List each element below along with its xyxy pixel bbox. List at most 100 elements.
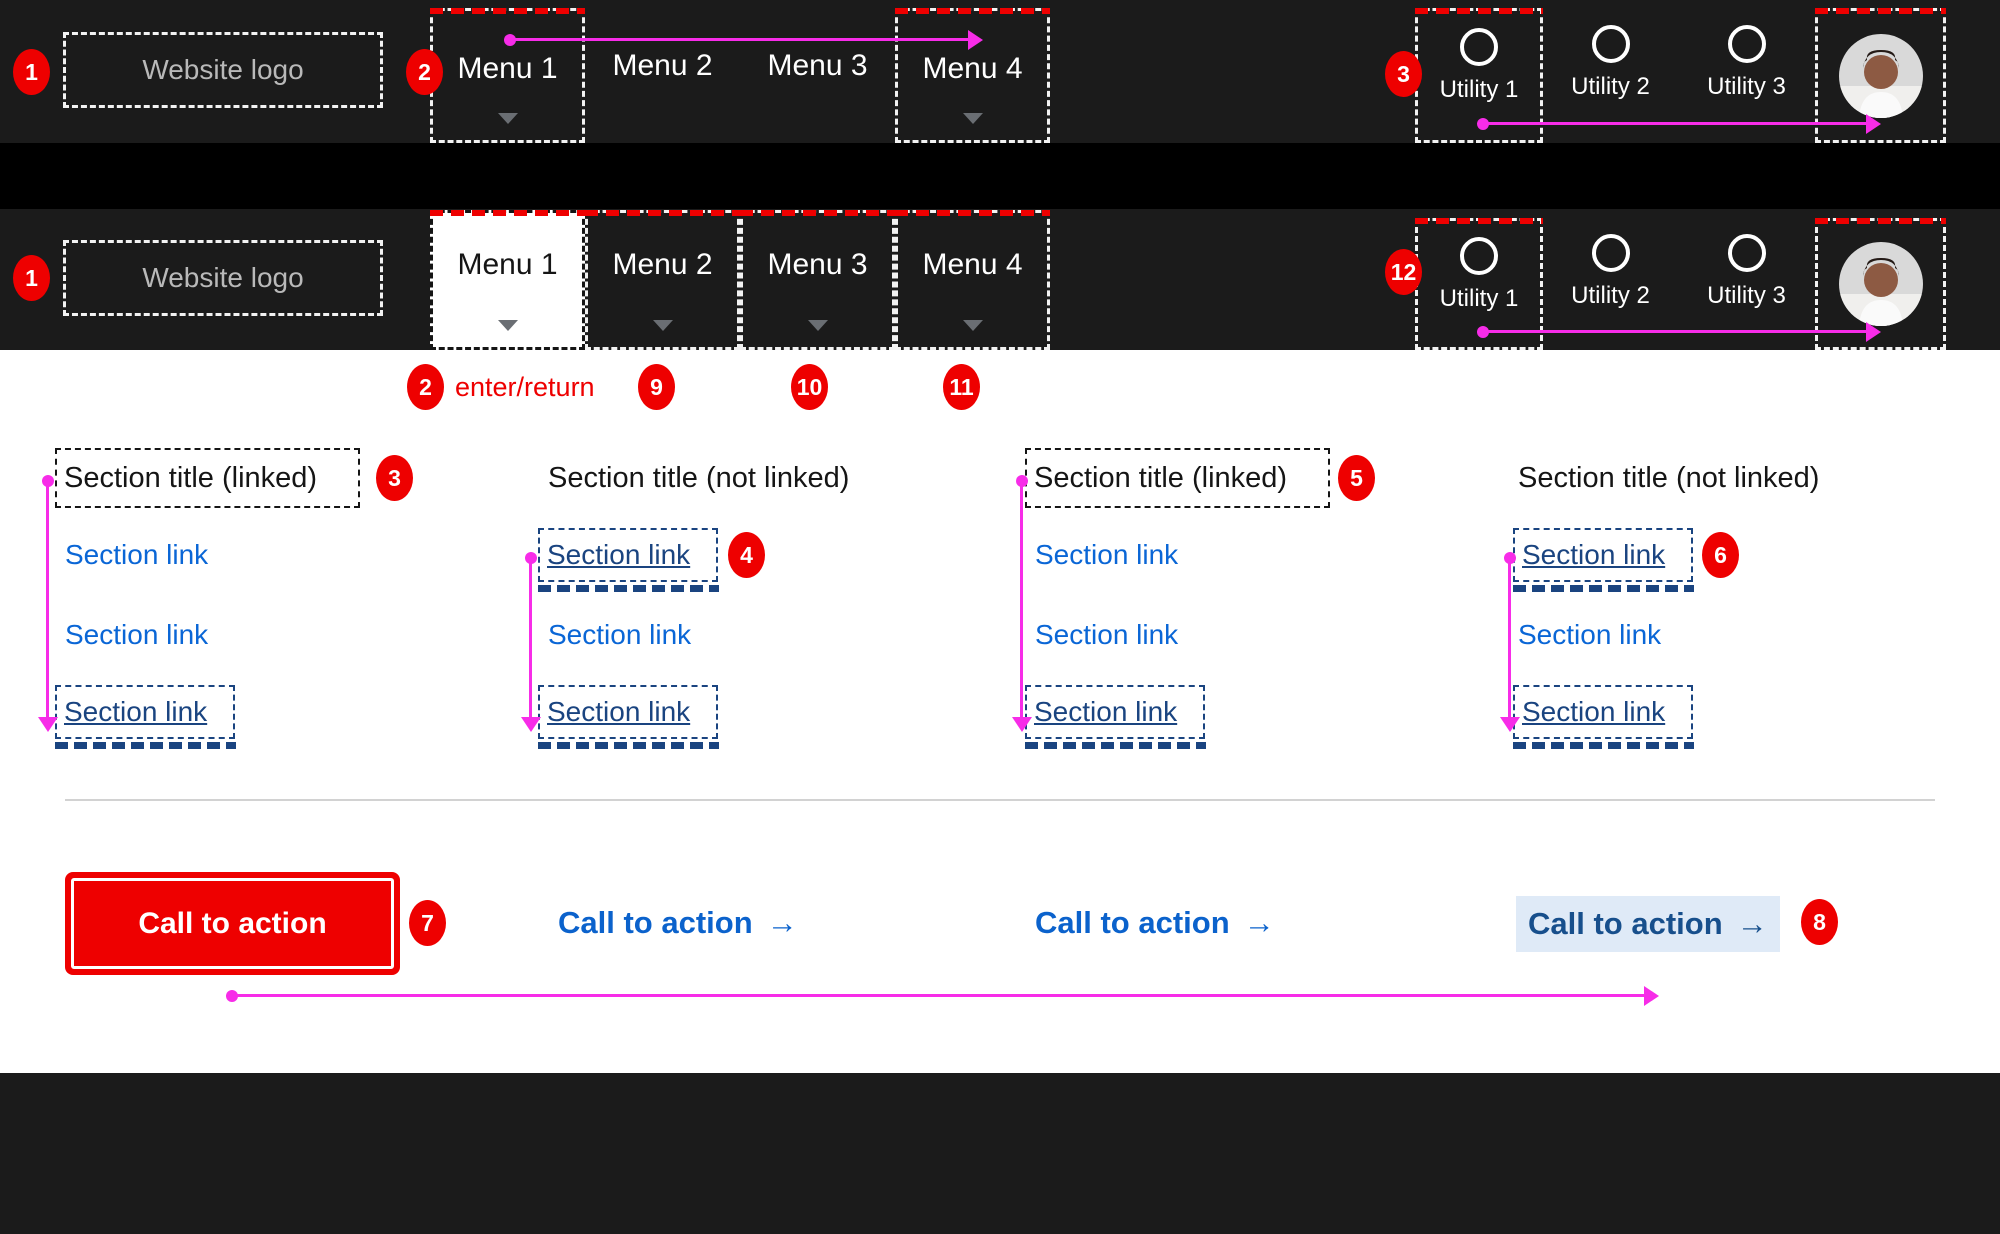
column-tab-arrow [520,552,541,732]
footer-bar [0,1073,2000,1234]
utility-circle-icon [1727,25,1766,63]
utility-2-label: Utility 2 [1571,73,1650,100]
spacer-gap [0,143,2000,209]
section-link-focused[interactable]: Section link [537,528,719,592]
annotation-badge-utility-expanded: 12 [1385,249,1422,295]
section-link[interactable]: Section link [548,607,691,663]
nav-menu-3-label: Menu 3 [767,248,868,281]
nav-menu-2-label: Menu 2 [612,248,713,281]
section-link-focused[interactable]: Section link [1512,685,1694,749]
enter-return-hint: enter/return [455,371,595,402]
section-title-not-linked-2: Section title (not linked) [548,461,850,494]
call-to-action-link-1[interactable]: Call to action → [558,895,798,951]
annotation-badge-logo-expanded: 1 [13,255,50,301]
nav-menu-1-label: Menu 1 [457,52,558,85]
annotation-badge-link4: 6 [1702,532,1739,578]
annotation-badge-menu2: 9 [638,364,675,410]
section-link[interactable]: Section link [1518,607,1661,663]
annotation-badge-menu: 2 [406,49,443,95]
chevron-down-icon [962,113,983,124]
section-link-focused[interactable]: Section link [1024,685,1206,749]
nav-menu-3[interactable]: Menu 3 [740,8,895,143]
call-to-action-link-label: Call to action [558,905,753,940]
nav-menu-4-label: Menu 4 [922,248,1023,281]
nav-menu-3-label: Menu 3 [767,49,868,82]
chevron-down-icon [807,320,828,331]
nav-menu-2-label: Menu 2 [612,49,713,82]
column-tab-arrow [1499,552,1520,732]
section-link-focused[interactable]: Section link [54,685,236,749]
section-link-label: Section link [1522,696,1666,727]
utility-circle-icon [1591,25,1630,63]
chevron-down-icon [962,320,983,331]
section-title-not-linked-4: Section title (not linked) [1518,461,1820,494]
section-link[interactable]: Section link [65,607,208,663]
arrow-right-icon: → [1243,905,1275,940]
section-link-label: Section link [547,696,691,727]
website-logo[interactable]: Website logo [63,32,383,108]
panel-divider [65,799,1935,801]
arrow-right-icon: → [1736,906,1768,941]
annotation-badge-menu4: 11 [943,364,980,410]
call-to-action-button[interactable]: Call to action [65,872,400,975]
nav-menu-2[interactable]: Menu 2 [585,8,740,143]
section-link-label: Section link [1034,696,1178,727]
nav-menu-1[interactable]: Menu 1 [430,8,585,143]
keyboard-navigation-spec: 1 Website logo Menu 1 Menu 2 Menu 3 Menu… [0,0,2000,1234]
annotation-badge-utility: 3 [1385,51,1422,97]
annotation-badge-cta-button: 7 [409,900,446,946]
annotation-badge-cta-link: 8 [1801,899,1838,945]
call-to-action-link-label: Call to action [1528,906,1723,941]
section-link-label: Section link [547,539,691,570]
avatar-image [1838,33,1923,118]
arrow-right-icon: → [766,905,798,940]
call-to-action-link-focused[interactable]: Call to action → [1516,896,1780,952]
nav-menu-2-expanded[interactable]: Menu 2 [585,210,740,350]
section-link-label: Section link [1522,539,1666,570]
section-link[interactable]: Section link [1035,527,1178,583]
call-to-action-link-2[interactable]: Call to action → [1035,895,1275,951]
column-tab-arrow [37,475,58,732]
nav-menu-1-label: Menu 1 [457,248,558,281]
tab-order-arrow-utilities-expanded [1477,321,1881,342]
nav-menu-4[interactable]: Menu 4 [895,8,1050,143]
nav-menu-4-label: Menu 4 [922,52,1023,85]
annotation-badge-title1: 3 [376,455,413,501]
utility-1-label: Utility 1 [1439,285,1519,312]
primary-masthead: 1 Website logo Menu 1 Menu 2 Menu 3 Menu… [0,0,2000,143]
tab-order-arrow-cta [226,985,1659,1006]
utility-3-label: Utility 3 [1707,73,1786,100]
section-link[interactable]: Section link [65,527,208,583]
section-title-linked-1[interactable]: Section title (linked) [55,448,360,508]
annotation-badge-menu3: 10 [791,364,828,410]
website-logo[interactable]: Website logo [63,240,383,316]
section-link[interactable]: Section link [1035,607,1178,663]
section-link-focused[interactable]: Section link [1512,528,1694,592]
annotation-badge-link2: 4 [728,532,765,578]
annotation-badge-enter: 2 [407,364,444,410]
chevron-down-icon [652,320,673,331]
call-to-action-link-label: Call to action [1035,905,1230,940]
column-tab-arrow [1011,475,1032,732]
utility-circle-icon [1460,237,1498,275]
section-link-focused[interactable]: Section link [537,685,719,749]
chevron-down-icon [497,113,518,124]
utility-3-label: Utility 3 [1707,282,1786,309]
annotation-badge-logo: 1 [13,49,50,95]
nav-menu-1-expanded[interactable]: Menu 1 [430,210,585,350]
utility-2-label: Utility 2 [1571,282,1650,309]
nav-menu-3-expanded[interactable]: Menu 3 [740,210,895,350]
utility-circle-icon [1727,234,1766,272]
utility-1-label: Utility 1 [1439,76,1519,103]
avatar-image [1838,242,1923,326]
tab-order-arrow-menus [504,29,983,50]
tab-order-arrow-utilities [1477,113,1881,134]
nav-menu-4-expanded[interactable]: Menu 4 [895,210,1050,350]
utility-circle-icon [1460,28,1498,66]
section-title-linked-3[interactable]: Section title (linked) [1025,448,1330,508]
section-link-label: Section link [64,696,208,727]
call-to-action-button-label: Call to action [138,906,327,940]
utility-circle-icon [1591,234,1630,272]
chevron-down-icon [497,320,518,331]
annotation-badge-title3: 5 [1338,455,1375,501]
